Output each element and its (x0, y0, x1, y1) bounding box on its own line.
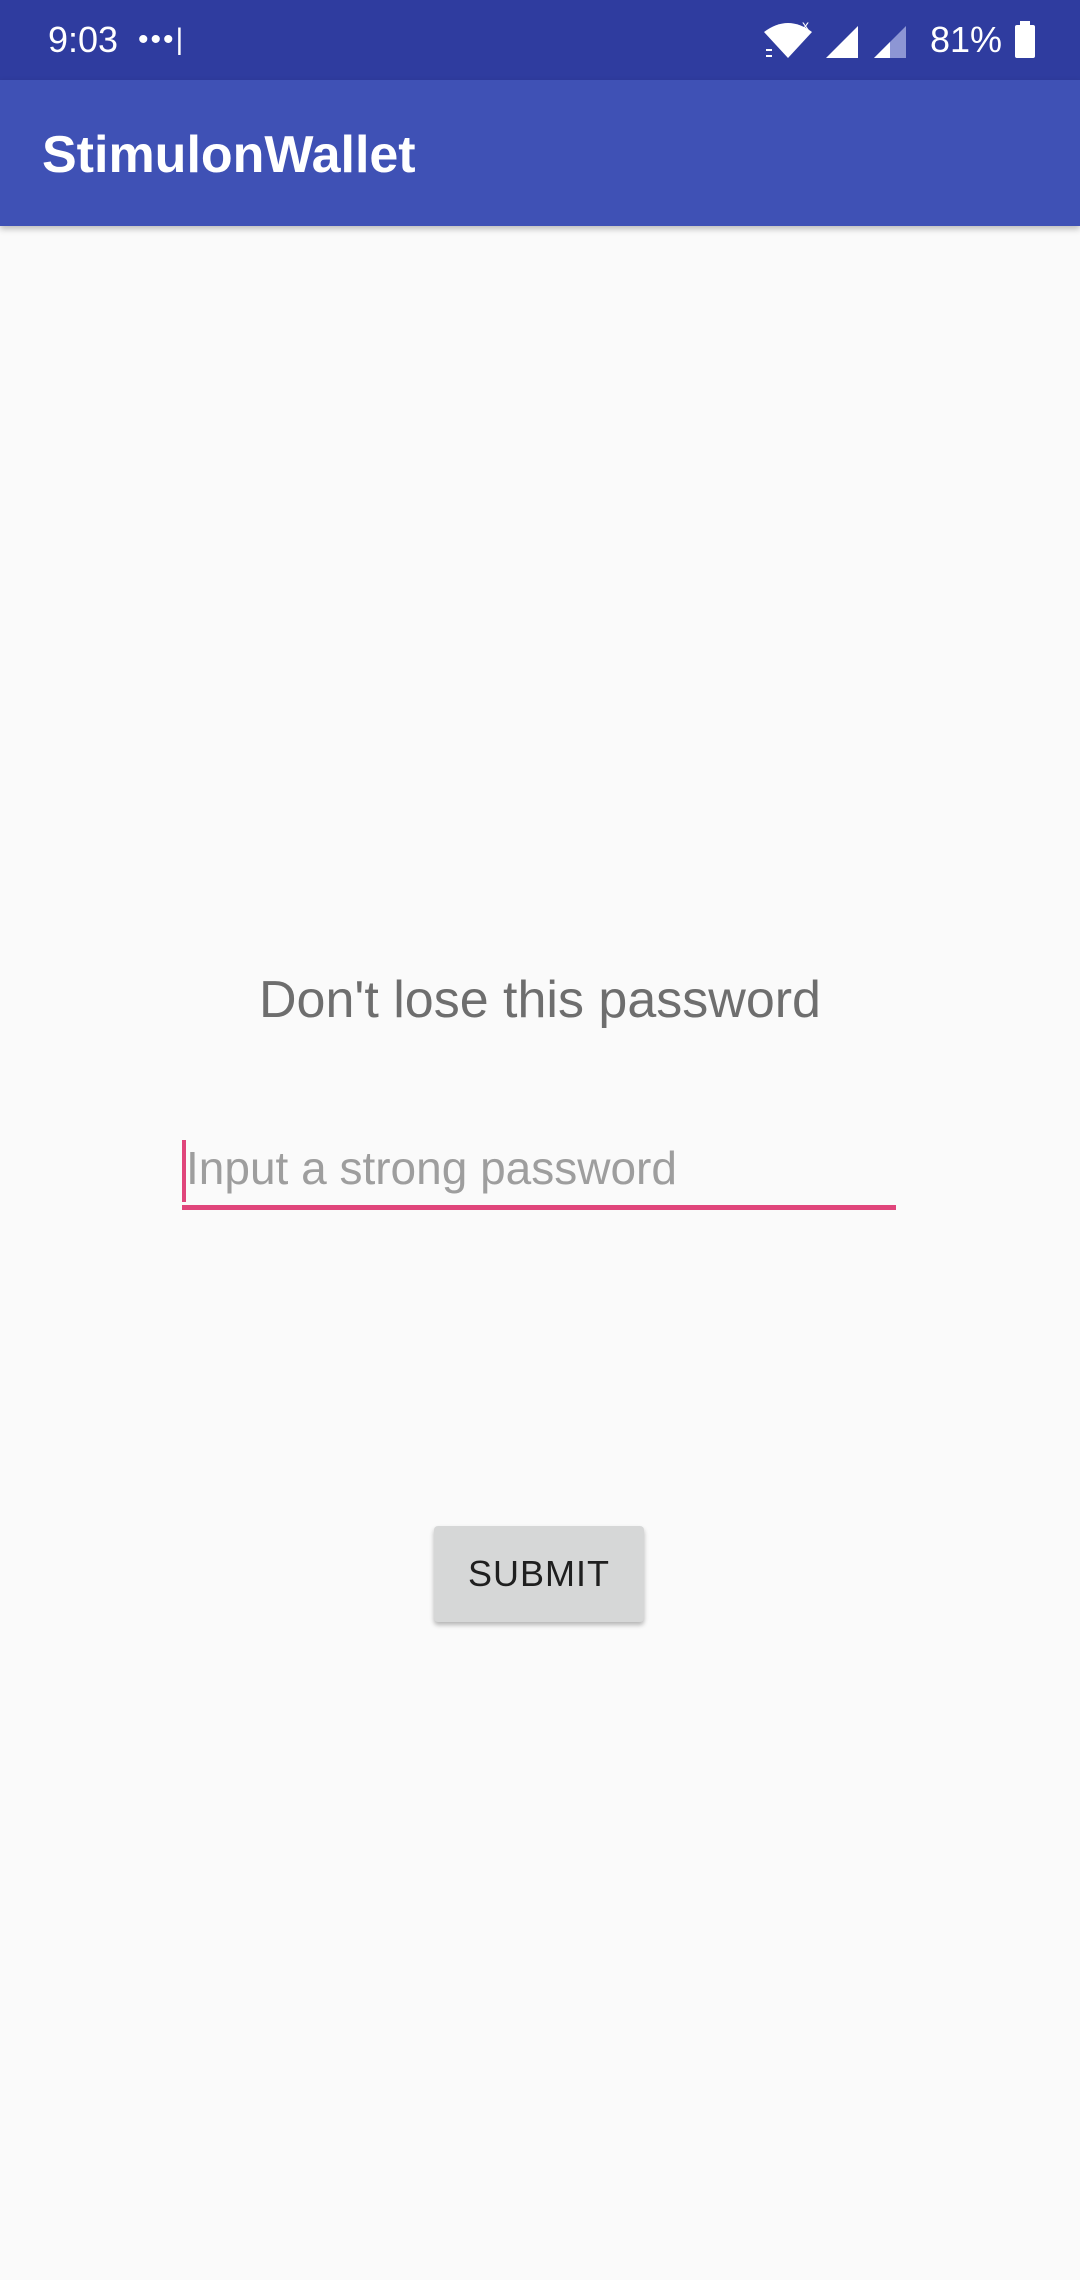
text-cursor (182, 1140, 186, 1202)
app-bar: StimulonWallet (0, 80, 1080, 226)
battery-percent: 81% (929, 19, 1002, 60)
status-bar: 9:03 •••| x 81% (0, 0, 1080, 80)
notification-dots: •••| (138, 23, 186, 56)
password-heading: Don't lose this password (259, 971, 821, 1029)
submit-button[interactable]: SUBMIT (434, 1526, 644, 1622)
main-content (0, 226, 1080, 2280)
app-title: StimulonWallet (42, 126, 416, 184)
wifi-icon: x (763, 20, 812, 58)
status-time: 9:03 (48, 19, 119, 60)
password-input[interactable] (182, 1130, 896, 1210)
status-icons: x 81% (762, 14, 1036, 66)
battery-icon (1015, 21, 1035, 58)
svg-text:x: x (802, 20, 809, 33)
cellular-signal-icon (825, 26, 858, 58)
cellular-signal-icon (873, 26, 906, 58)
